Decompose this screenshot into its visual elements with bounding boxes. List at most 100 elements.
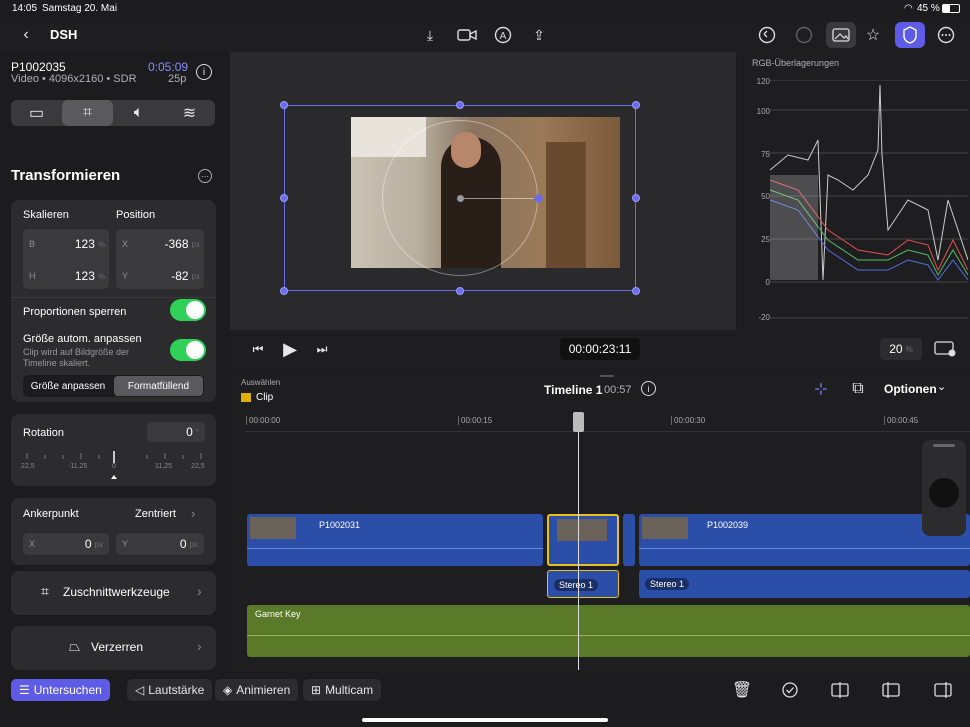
pos-y-value: -82 bbox=[171, 269, 189, 283]
tick-label: 22,5 bbox=[21, 463, 35, 470]
battery-percent: 45 % bbox=[917, 3, 940, 14]
split-icon[interactable] bbox=[830, 680, 850, 700]
animate-button[interactable]: ◈ Animieren bbox=[215, 679, 299, 701]
import-icon[interactable]: ⤓ bbox=[420, 24, 440, 46]
photos-icon[interactable] bbox=[826, 22, 856, 48]
audio-clip-label: Stereo 1 bbox=[645, 578, 690, 590]
voiceover-icon[interactable]: A bbox=[492, 24, 514, 46]
crop-tools-button[interactable]: ⌗ Zuschnittwerkzeuge › bbox=[11, 571, 216, 615]
pos-y-field[interactable]: Y -82 px bbox=[122, 267, 200, 285]
skip-forward-icon[interactable]: ⏭ bbox=[314, 340, 330, 358]
camera-icon[interactable] bbox=[455, 24, 479, 46]
playhead-handle[interactable] bbox=[573, 412, 584, 432]
chevron-down-icon[interactable]: ⌄ bbox=[937, 380, 946, 393]
svg-text:A: A bbox=[500, 31, 507, 42]
inspect-button[interactable]: ☰ Untersuchen bbox=[11, 679, 110, 701]
scale-w-field[interactable]: B 123% bbox=[29, 235, 105, 253]
inspector-toggle-icon[interactable] bbox=[895, 22, 925, 48]
edge-handle[interactable] bbox=[456, 287, 464, 295]
playhead[interactable] bbox=[578, 412, 579, 670]
play-icon[interactable]: ▶ bbox=[280, 338, 300, 360]
selected-clip[interactable] bbox=[547, 514, 619, 566]
autofit-toggle[interactable] bbox=[170, 339, 206, 361]
edge-handle[interactable] bbox=[632, 194, 640, 202]
corner-handle[interactable] bbox=[632, 101, 640, 109]
audio-clip[interactable]: Stereo 1 bbox=[639, 570, 970, 598]
clip-mode-selector[interactable]: Clip bbox=[241, 390, 293, 404]
clip-view-icon[interactable]: ⧉ bbox=[847, 379, 869, 399]
trash-icon[interactable]: 🗑︎ bbox=[732, 680, 752, 700]
wifi-icon: ◠ bbox=[904, 3, 913, 14]
redo-icon[interactable] bbox=[793, 24, 815, 46]
animate-label: Animieren bbox=[236, 683, 291, 697]
home-indicator bbox=[362, 718, 608, 722]
clip-thumbnail bbox=[250, 517, 296, 539]
favorites-icon[interactable]: ☆ bbox=[861, 24, 885, 46]
short-clip[interactable] bbox=[623, 514, 635, 566]
jog-wheel[interactable] bbox=[929, 478, 959, 508]
corner-handle[interactable] bbox=[632, 287, 640, 295]
audio-tab-icon[interactable]: 🔈︎ bbox=[113, 100, 164, 126]
lock-proportions-toggle[interactable] bbox=[170, 299, 206, 321]
zoom-field[interactable]: 20% bbox=[880, 338, 922, 360]
status-date: Samstag 20. Mai bbox=[42, 3, 118, 14]
scale-fields: B 123% H 123% bbox=[23, 229, 109, 289]
options-menu[interactable]: Optionen bbox=[884, 382, 937, 396]
volume-button[interactable]: ◁ Lautstärke bbox=[127, 679, 213, 701]
more-options-icon[interactable]: ··· bbox=[198, 169, 212, 183]
scale-h-letter: H bbox=[29, 271, 36, 281]
lock-proportions-label: Proportionen sperren bbox=[23, 306, 127, 318]
info-icon[interactable]: i bbox=[196, 64, 212, 80]
anchor-y-letter: Y bbox=[122, 539, 129, 549]
anchor-value[interactable]: Zentriert bbox=[135, 508, 176, 520]
edge-handle[interactable] bbox=[456, 101, 464, 109]
fill-option[interactable]: Formatfüllend bbox=[114, 376, 203, 396]
trim-start-icon[interactable] bbox=[881, 680, 901, 700]
transform-tab-icon[interactable]: ⌗ bbox=[62, 100, 113, 126]
timeline-area[interactable]: 00:00:00 00:00:15 00:00:30 00:00:45 P100… bbox=[230, 410, 970, 672]
video-clip[interactable]: P1002039 bbox=[639, 514, 970, 566]
drag-grip[interactable] bbox=[600, 375, 614, 377]
layers-tab-icon[interactable]: ≋ bbox=[164, 100, 215, 126]
multicam-button[interactable]: ⊞ Multicam bbox=[303, 679, 382, 701]
rotation-label: Rotation bbox=[23, 427, 64, 439]
video-tab-icon[interactable]: ▭ bbox=[11, 100, 62, 126]
jog-wheel-panel[interactable] bbox=[922, 440, 966, 536]
edge-handle[interactable] bbox=[280, 194, 288, 202]
skip-back-icon[interactable]: ⏮ bbox=[250, 340, 266, 358]
rotation-field[interactable]: 0 ° bbox=[147, 422, 205, 442]
scale-label: Skalieren bbox=[23, 209, 69, 221]
undo-icon[interactable] bbox=[756, 24, 778, 46]
back-icon[interactable]: ‹ bbox=[16, 26, 36, 44]
scale-h-field[interactable]: H 123% bbox=[29, 267, 105, 285]
pos-x-field[interactable]: X -368 px bbox=[122, 235, 200, 253]
clip-audio-line bbox=[247, 548, 543, 549]
share-icon[interactable]: ⇪ bbox=[528, 24, 550, 46]
timeline-info-icon[interactable]: i bbox=[641, 381, 656, 396]
anchor-x-field[interactable]: X 0 px bbox=[23, 533, 109, 555]
corner-handle[interactable] bbox=[280, 287, 288, 295]
snapping-icon[interactable]: ⊹ bbox=[810, 379, 832, 399]
viewer-layout-icon[interactable] bbox=[933, 340, 957, 358]
audio-clip[interactable]: Stereo 1 bbox=[547, 570, 619, 598]
scale-h-value: 123 bbox=[74, 269, 95, 283]
anchor-y-field[interactable]: Y 0 px bbox=[116, 533, 204, 555]
clip-thumbnail bbox=[557, 519, 607, 541]
corner-handle[interactable] bbox=[280, 101, 288, 109]
rotation-dial[interactable]: 22,5 -11,25 0 11,25 22,5 bbox=[21, 451, 205, 479]
chevron-right-icon: › bbox=[197, 638, 202, 654]
fit-option[interactable]: Größe anpassen bbox=[23, 375, 113, 397]
anchor-point[interactable] bbox=[457, 195, 464, 202]
timecode-display[interactable]: 00:00:23:11 bbox=[560, 338, 640, 360]
clip-timecode: 0:05:09 bbox=[148, 60, 189, 74]
video-clip[interactable]: P1002031 bbox=[247, 514, 543, 566]
bottom-toolbar: ☰ Untersuchen ◁ Lautstärke ◈ Animieren ⊞ Mul… bbox=[0, 672, 970, 727]
more-icon[interactable] bbox=[935, 24, 957, 46]
tick-label: 22,5 bbox=[191, 463, 205, 470]
chevron-right-icon[interactable]: › bbox=[191, 506, 195, 521]
distort-button[interactable]: ⏢ Verzerren › bbox=[11, 626, 216, 670]
video-viewer[interactable] bbox=[230, 52, 736, 330]
trim-end-icon[interactable] bbox=[933, 680, 953, 700]
checkmark-icon[interactable] bbox=[780, 680, 800, 700]
music-clip[interactable]: Garnet Key bbox=[247, 605, 970, 657]
